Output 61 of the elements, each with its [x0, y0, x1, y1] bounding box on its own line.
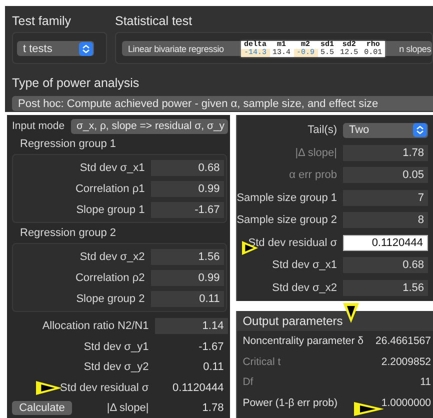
input-field[interactable]: 0.99 [150, 180, 224, 196]
input-field[interactable]: 0.05 [343, 167, 428, 184]
field-label: α err prob [289, 169, 337, 182]
value-text: 0.1120444 [172, 380, 225, 396]
field-label: Allocation ratio N2/N1 [42, 320, 149, 332]
stepper-icon [79, 42, 93, 56]
value-text: 1.78 [201, 401, 225, 416]
field-label: Correlation ρ1 [75, 182, 145, 194]
dropdown[interactable]: Post hoc: Compute achieved power - given α, sample size, and effect size [12, 96, 433, 111]
stepper-icon [413, 123, 427, 138]
field-label: Std dev σ_x1 [272, 259, 337, 272]
pointer-icon [36, 381, 62, 395]
input-field[interactable]: 8 [343, 212, 428, 228]
output-value: 11 [420, 376, 431, 388]
field-label: |Δ slope| [295, 146, 337, 159]
section-heading: Type of power analysis [12, 76, 140, 90]
dropdown[interactable]: Two [343, 122, 428, 138]
output-label: Power (1-β err prob) [242, 396, 338, 409]
field-label: Correlation ρ2 [75, 272, 145, 284]
value-text: -1.67 [198, 340, 225, 355]
field-label: Std dev σ_x2 [272, 282, 337, 294]
field-label: Std dev σ_y2 [84, 361, 149, 374]
field-label: Tail(s) [308, 124, 337, 136]
output-label: Noncentrality parameter δ [242, 335, 364, 348]
panel-header: Output parameters [236, 311, 433, 331]
output-value: 2.2009852 [381, 356, 431, 368]
section-heading: Test family [12, 14, 72, 28]
field-label: Std dev σ_x1 [80, 162, 145, 174]
field-label: Std dev σ_y1 [84, 340, 149, 353]
field-label: Slope group 2 [76, 292, 145, 304]
field-label: Std dev σ_x2 [80, 250, 145, 262]
input-field[interactable]: 1.56 [150, 248, 224, 264]
input-field[interactable]: 0.68 [150, 160, 224, 176]
field-label: Sample size group 2 [236, 214, 337, 226]
output-value: 1.0000000 [381, 396, 431, 409]
input-field[interactable]: 1.14 [154, 318, 228, 334]
section-heading: Statistical test [115, 14, 192, 28]
input-field[interactable]: 1.78 [343, 144, 428, 161]
field-label: Slope group 1 [76, 204, 145, 216]
input-field[interactable]: 0.1120444 [343, 234, 428, 251]
output-label: Df [242, 376, 254, 388]
input-field[interactable]: 7 [343, 190, 428, 206]
pointer-icon [343, 303, 359, 323]
input-field[interactable]: 0.99 [150, 270, 224, 286]
input-field[interactable]: -1.67 [150, 202, 224, 218]
dropdown[interactable]: σ_x, ρ, slope => residual σ, σ_y [70, 118, 228, 134]
group-title: Regression group 1 [20, 138, 118, 152]
output-label: Critical t [242, 356, 281, 368]
output-value: 26.4661567 [376, 335, 431, 348]
value-text: 0.11 [202, 360, 225, 376]
field-label: Sample size group 1 [236, 192, 337, 204]
pointer-icon [354, 402, 384, 416]
input-field[interactable]: 1.56 [343, 280, 428, 296]
field-label: Input mode [12, 120, 65, 132]
dropdown[interactable]: t tests [17, 41, 94, 56]
calculate-button[interactable]: Calculate [12, 401, 72, 415]
field-label: Std dev residual σ [60, 382, 149, 394]
input-field[interactable]: 0.11 [150, 290, 224, 306]
field-label: |Δ slope| [106, 402, 149, 414]
input-field[interactable]: 0.68 [343, 257, 428, 274]
group-title: Regression group 2 [20, 227, 118, 241]
